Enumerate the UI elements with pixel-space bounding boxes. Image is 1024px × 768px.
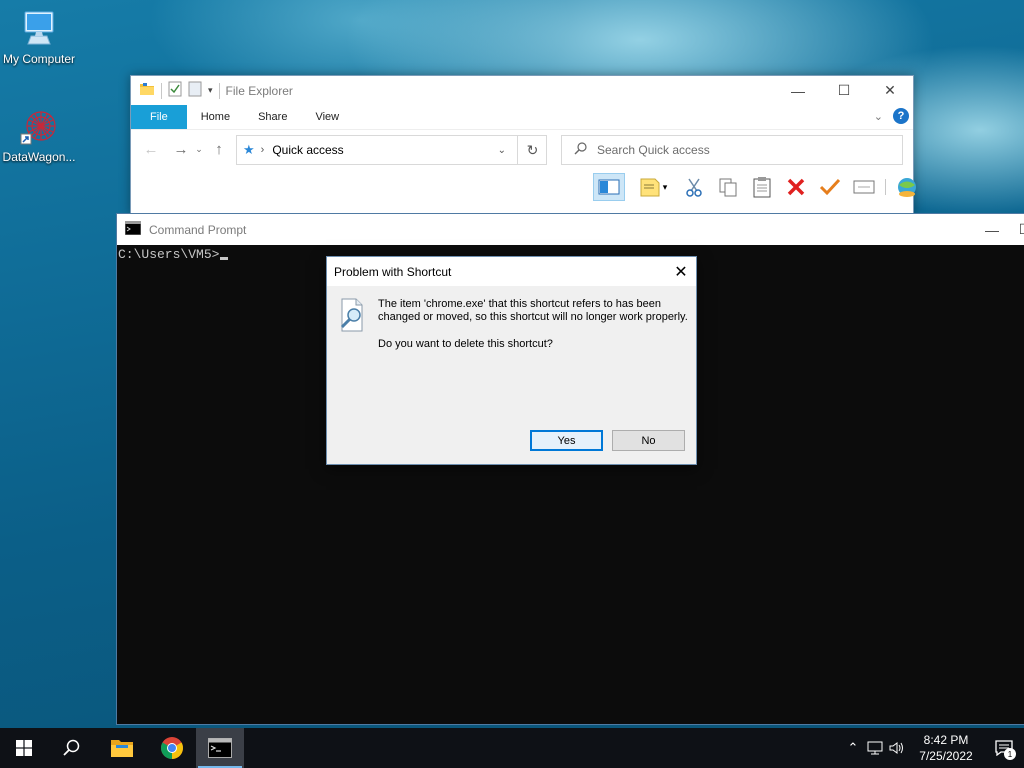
folder-icon [139, 81, 155, 100]
up-button[interactable]: ↑ [207, 141, 231, 158]
desktop-icon-my-computer[interactable]: My Computer [0, 8, 78, 66]
divider [885, 179, 886, 195]
help-icon[interactable]: ? [893, 108, 909, 124]
expand-ribbon-icon[interactable]: ⌄ [874, 110, 883, 123]
search-icon [574, 142, 587, 158]
preview-pane-button[interactable] [593, 173, 625, 201]
start-icon [16, 740, 32, 756]
refresh-button[interactable]: ↻ [517, 135, 547, 165]
ribbon-tabs: File Home Share View ⌄ ? [131, 105, 913, 129]
tab-share[interactable]: Share [244, 105, 301, 129]
delete-button[interactable] [783, 174, 809, 200]
taskbar: ⌃ 8:42 PM 7/25/2022 1 [0, 728, 1024, 768]
rename-button[interactable] [851, 174, 877, 200]
dialog-title: Problem with Shortcut [334, 264, 452, 279]
address-dropdown-icon[interactable]: ⌄ [498, 145, 506, 156]
question-text: Do you want to delete this shortcut? [378, 338, 553, 350]
window-title: Command Prompt [149, 222, 247, 237]
forward-button[interactable]: → [169, 141, 193, 158]
chevron-right-icon[interactable]: › [261, 144, 265, 156]
datawagon-shortcut-icon [19, 106, 59, 146]
copy-button[interactable] [715, 174, 741, 200]
tab-home[interactable]: Home [187, 105, 244, 129]
monitor-icon [19, 8, 59, 48]
address-bar-row: ← → ⌄ ↑ ★ › Quick access ⌄ ↻ [131, 129, 913, 169]
paste-button[interactable] [749, 174, 775, 200]
volume-icon[interactable] [886, 741, 908, 755]
breadcrumb[interactable]: Quick access [272, 143, 343, 157]
yes-button[interactable]: Yes [530, 430, 603, 451]
recent-locations-button[interactable]: ⌄ [193, 144, 205, 155]
maximize-button[interactable]: ☐ [1015, 214, 1024, 245]
search-box[interactable] [561, 135, 903, 165]
divider [218, 82, 220, 99]
quick-access-toolbar: ▾ [131, 81, 220, 100]
no-button[interactable]: No [612, 430, 685, 451]
system-tray: ⌃ 8:42 PM 7/25/2022 1 [842, 728, 1024, 768]
checkmark-button[interactable] [817, 174, 843, 200]
console-prompt: C:\Users\VM5> [118, 247, 220, 262]
minimize-button[interactable]: — [969, 214, 1015, 245]
taskbar-command-prompt[interactable] [196, 728, 244, 768]
taskbar-file-explorer[interactable] [98, 728, 146, 768]
star-icon: ★ [243, 142, 255, 157]
minimize-button[interactable]: — [775, 76, 821, 105]
cut-button[interactable] [681, 174, 707, 200]
desktop-icon-datawagon[interactable]: DataWagon... [0, 106, 78, 164]
file-explorer-window: ▾ File Explorer — ☐ ✕ File Home Share Vi… [130, 75, 916, 215]
chevron-down-icon[interactable]: ▾ [208, 85, 213, 96]
dialog-titlebar[interactable]: Problem with Shortcut ✕ [327, 257, 696, 286]
new-folder-icon[interactable] [188, 81, 202, 100]
new-note-button[interactable]: ▾ [633, 174, 673, 200]
taskbar-chrome[interactable] [148, 728, 196, 768]
explorer-titlebar[interactable]: ▾ File Explorer — ☐ ✕ [131, 76, 913, 105]
tab-file[interactable]: File [131, 105, 187, 129]
chevron-down-icon[interactable]: ▾ [663, 182, 668, 193]
chevron-up-icon[interactable]: ⌃ [842, 740, 864, 756]
globe-shell-button[interactable] [894, 174, 920, 200]
start-button[interactable] [0, 728, 48, 768]
network-icon[interactable] [864, 741, 886, 755]
desktop-icon-label: My Computer [2, 52, 76, 66]
tab-view[interactable]: View [301, 105, 353, 129]
action-center-button[interactable]: 1 [984, 728, 1024, 768]
search-button[interactable] [48, 728, 96, 768]
close-button[interactable]: ✕ [867, 76, 913, 105]
text-cursor [220, 257, 229, 260]
custom-toolbar: ▾ [593, 172, 920, 202]
search-document-icon [338, 298, 366, 332]
maximize-button[interactable]: ☐ [821, 76, 867, 105]
cmd-titlebar[interactable]: Command Prompt — ☐ [117, 214, 1024, 245]
close-button[interactable]: ✕ [666, 257, 696, 286]
desktop-icon-label: DataWagon... [2, 150, 76, 164]
command-prompt-icon [124, 220, 142, 238]
divider [161, 82, 162, 99]
notification-count-badge: 1 [1004, 748, 1016, 760]
clock[interactable]: 8:42 PM 7/25/2022 [908, 732, 984, 764]
clock-time: 8:42 PM [923, 733, 969, 747]
command-prompt-icon [208, 738, 232, 758]
chrome-icon [161, 737, 183, 759]
clock-date: 7/25/2022 [919, 749, 973, 763]
dialog-message: The item 'chrome.exe' that this shortcut… [378, 298, 690, 351]
message-text: The item 'chrome.exe' that this shortcut… [378, 298, 688, 323]
back-button[interactable]: ← [139, 141, 163, 158]
problem-with-shortcut-dialog: Problem with Shortcut ✕ The item 'chrome… [326, 256, 697, 465]
window-title: File Explorer [225, 83, 293, 98]
properties-icon[interactable] [168, 81, 182, 100]
search-icon [63, 739, 80, 756]
address-bar[interactable]: ★ › Quick access ⌄ [236, 135, 547, 165]
search-input[interactable] [597, 143, 877, 157]
file-explorer-icon [111, 740, 133, 757]
